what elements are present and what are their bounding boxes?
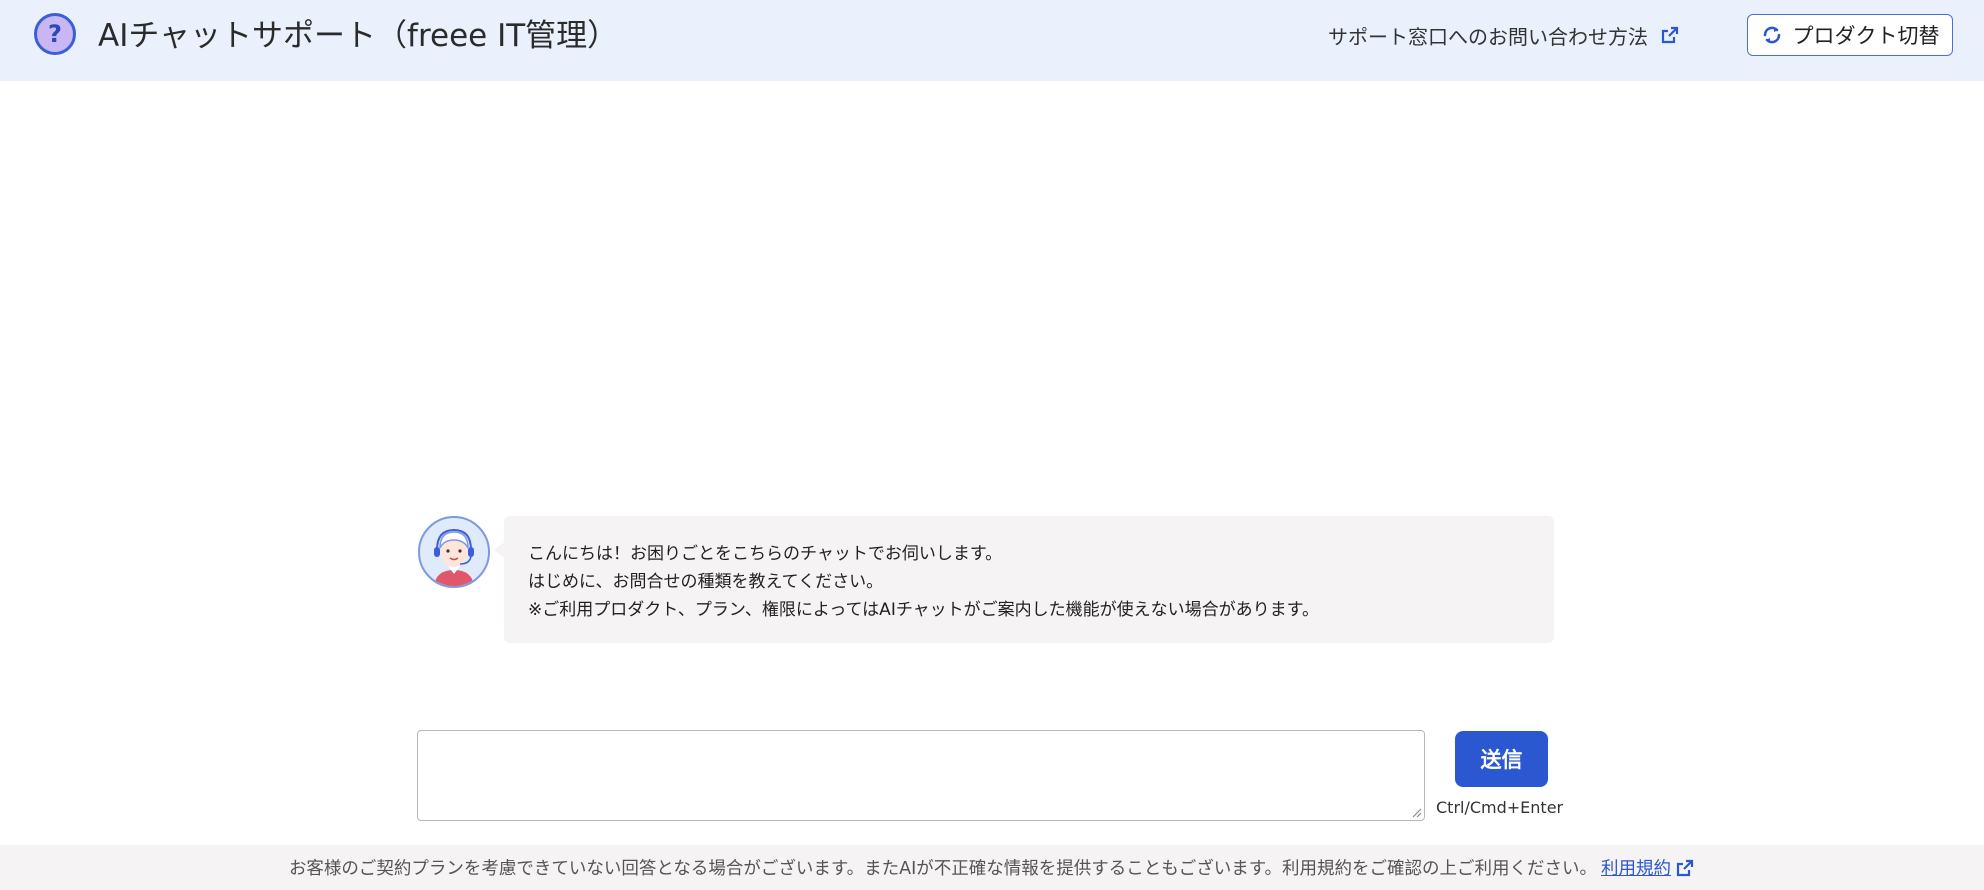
support-contact-link-label: サポート窓口へのお問い合わせ方法 (1328, 24, 1648, 49)
message-line: はじめに、お問合せの種類を教えてください。 (528, 572, 884, 592)
assistant-message-bubble: こんにちは！お困りごとをこちらのチャットでお伺いします。 はじめに、お問合せの種… (494, 516, 1554, 643)
support-agent-avatar (418, 516, 490, 588)
app-header: ? AIチャットサポート（freee IT管理） サポート窓口へのお問い合わせ方… (0, 0, 1984, 81)
terms-link[interactable]: 利用規約 (1601, 855, 1671, 880)
resize-handle-icon[interactable] (1410, 806, 1422, 818)
avatar-illustration (434, 528, 474, 586)
message-line: こんにちは！お困りごとをこちらのチャットでお伺いします。 (528, 544, 1003, 564)
external-link-icon (1661, 26, 1679, 44)
question-circle-icon: ? (34, 13, 76, 55)
send-shortcut-hint: Ctrl/Cmd+Enter (1436, 798, 1564, 817)
footer-disclaimer: お客様のご契約プランを考慮できていない回答となる場合がございます。またAIが不正… (0, 845, 1984, 890)
page-title: AIチャットサポート（freee IT管理） (98, 18, 619, 54)
switch-product-button[interactable]: プロダクト切替 (1747, 14, 1953, 56)
switch-product-label: プロダクト切替 (1792, 24, 1940, 48)
refresh-icon (1763, 26, 1780, 44)
message-input[interactable] (417, 730, 1425, 821)
help-glyph: ? (48, 20, 62, 48)
message-line: ※ご利用プロダクト、プラン、権限によってはAIチャットがご案内した機能が使えない… (528, 600, 1319, 620)
support-contact-link[interactable]: サポート窓口へのお問い合わせ方法 (1328, 19, 1680, 51)
external-link-icon (1676, 859, 1694, 876)
chat-support-page: ? AIチャットサポート（freee IT管理） サポート窓口へのお問い合わせ方… (0, 0, 1984, 890)
send-button[interactable]: 送信 (1455, 731, 1548, 787)
disclaimer-text: お客様のご契約プランを考慮できていない回答となる場合がございます。またAIが不正… (288, 859, 1598, 879)
